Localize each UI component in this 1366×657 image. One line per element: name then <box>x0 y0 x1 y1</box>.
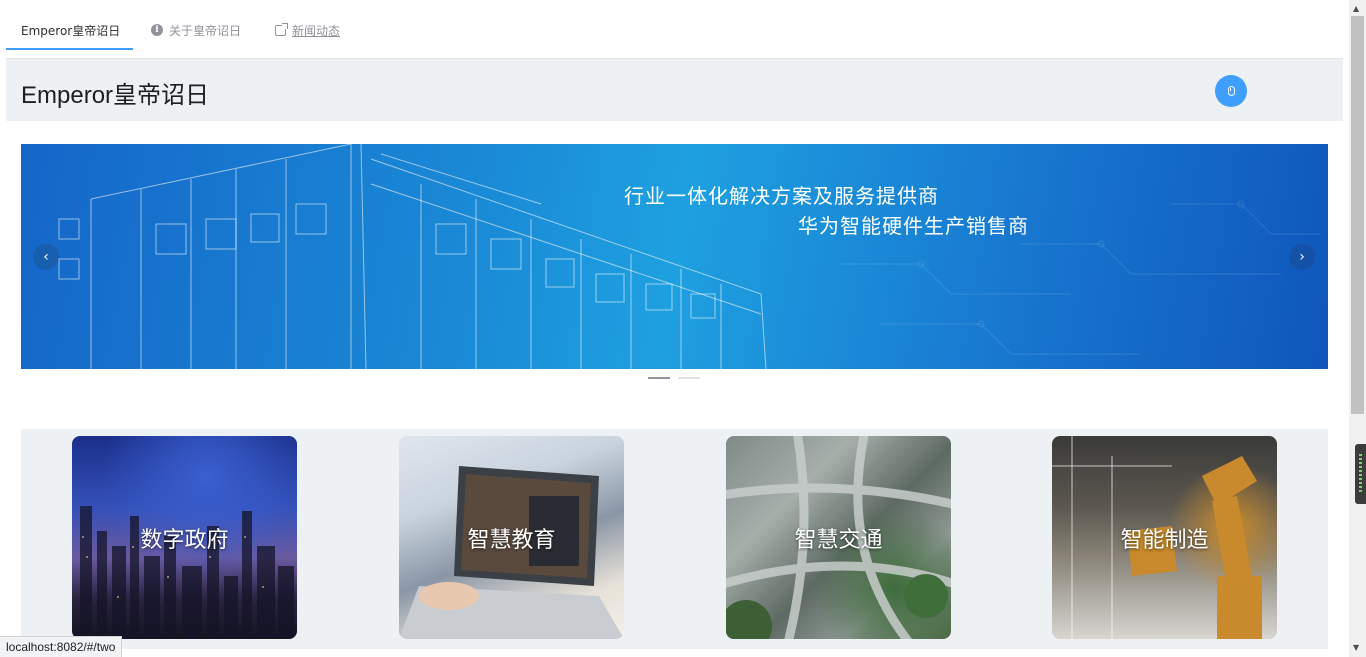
solution-card-digital-government[interactable]: 数字政府 <box>72 436 297 639</box>
tab-news-label: 新闻动态 <box>292 23 341 38</box>
banner-headline: 行业一体化解决方案及服务提供商 <box>624 184 939 208</box>
mouse-action-button[interactable] <box>1215 75 1247 107</box>
page-title: Emperor皇帝诏日 <box>21 82 210 109</box>
carousel-prev-button[interactable]: ‹ <box>33 244 59 270</box>
solution-card-smart-manufacturing[interactable]: 智能制造 <box>1052 436 1277 639</box>
active-tab-indicator <box>6 48 133 50</box>
tab-about-label: 关于皇帝诏日 <box>169 23 242 38</box>
link-status-bar: localhost:8082/#/two <box>0 636 123 657</box>
tab-home[interactable]: Emperor皇帝诏日 <box>21 10 120 50</box>
banner-subheadline: 华为智能硬件生产销售商 <box>798 214 1029 238</box>
building-wireframe-illustration <box>58 144 1321 369</box>
solution-card-smart-education[interactable]: 智慧教育 <box>399 436 624 639</box>
page-header: Emperor皇帝诏日 <box>6 59 1343 121</box>
solution-card-label: 数字政府 <box>140 528 229 553</box>
banner-carousel[interactable]: 行业一体化解决方案及服务提供商 华为智能硬件生产销售商 ‹ › <box>21 144 1328 369</box>
solution-card-label: 智能制造 <box>1120 528 1209 553</box>
solution-card-label: 智慧教育 <box>467 528 556 553</box>
solution-card-label: 智慧交通 <box>794 528 883 553</box>
carousel-next-button[interactable]: › <box>1289 244 1315 270</box>
scrollbar-thumb[interactable] <box>1351 16 1364 414</box>
solutions-section: 数字政府 智慧教育 智慧交通 智能制造 <box>21 429 1328 649</box>
solution-card-smart-transportation[interactable]: 智慧交通 <box>726 436 951 639</box>
chevron-left-icon: ‹ <box>43 249 49 265</box>
vertical-scrollbar[interactable]: ▲ ▼ <box>1349 0 1366 657</box>
carousel-indicator[interactable] <box>648 377 670 379</box>
scroll-down-arrow-icon[interactable]: ▼ <box>1353 643 1359 652</box>
info-icon: i <box>151 24 163 36</box>
carousel-indicators <box>648 377 700 379</box>
page: Emperor皇帝诏日 i 关于皇帝诏日 新闻动态 Emperor皇帝诏日 行业… <box>0 0 1366 657</box>
side-widget-handle[interactable] <box>1355 444 1366 504</box>
tab-home-label: Emperor皇帝诏日 <box>21 23 121 38</box>
mouse-icon <box>1227 86 1235 96</box>
tab-news[interactable]: 新闻动态 <box>275 10 340 50</box>
scroll-up-arrow-icon[interactable]: ▲ <box>1353 4 1359 13</box>
tab-bar: Emperor皇帝诏日 i 关于皇帝诏日 新闻动态 <box>6 10 1343 59</box>
external-link-icon <box>275 22 288 36</box>
carousel-indicator[interactable] <box>678 377 700 379</box>
tab-about[interactable]: i 关于皇帝诏日 <box>151 10 241 50</box>
chevron-right-icon: › <box>1299 249 1305 265</box>
